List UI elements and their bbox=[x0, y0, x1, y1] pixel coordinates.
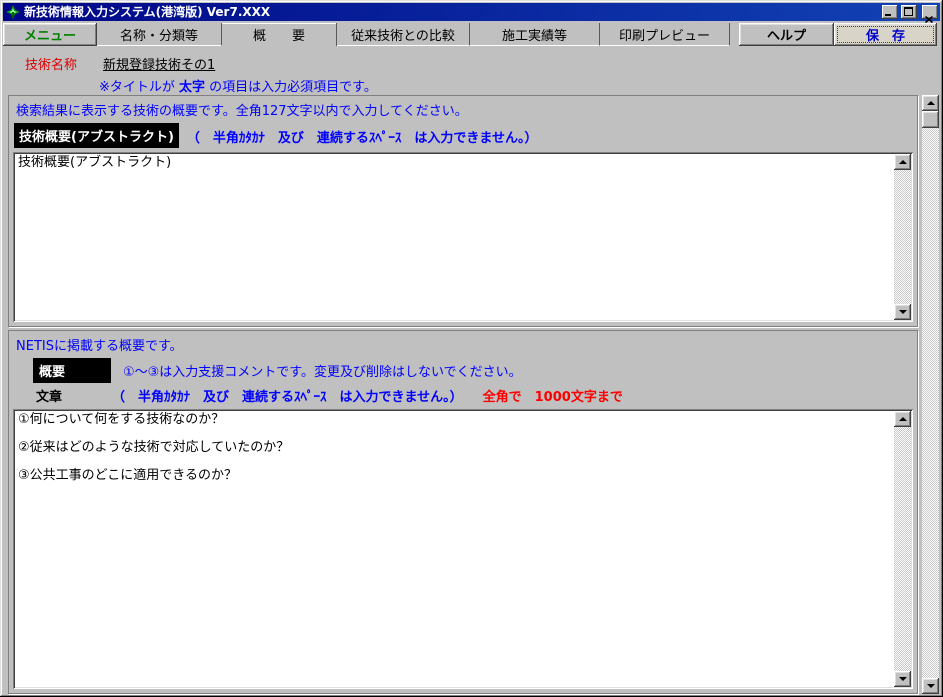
scroll-down-button[interactable] bbox=[894, 671, 911, 687]
scroll-up-icon bbox=[899, 160, 907, 164]
form-header: 技術名称 新規登録技術その1 ※タイトルが 太字 の項目は入力必須項目です。 bbox=[3, 46, 940, 95]
overview-comment: ①〜③は入力支援コメントです。変更及び削除はしないでください。 bbox=[123, 361, 522, 383]
overview-textarea[interactable]: ①何について何をする技術なのか？ ②従来はどのような技術で対応していたのか？ ③… bbox=[15, 411, 894, 687]
abstract-field: 技術概要(アブストラクト) bbox=[13, 152, 913, 322]
overview-box-label: 概要 bbox=[33, 358, 111, 383]
scroll-up-icon bbox=[899, 417, 907, 421]
form-sections: 検索結果に表示する技術の概要です。全角127文字以内で入力してください。 技術概… bbox=[8, 95, 918, 694]
minimize-button[interactable] bbox=[882, 5, 898, 19]
abstract-intro: 検索結果に表示する技術の概要です。全角127文字以内で入力してください。 bbox=[16, 100, 913, 119]
scroll-up-button[interactable] bbox=[894, 411, 911, 427]
minimize-icon bbox=[885, 14, 891, 16]
scroll-up-icon bbox=[927, 101, 935, 105]
scrollbar-track[interactable] bbox=[894, 427, 911, 671]
form-content: 技術名称 新規登録技術その1 ※タイトルが 太字 の項目は入力必須項目です。 検… bbox=[3, 46, 940, 694]
required-note-prefix: ※タイトルが bbox=[99, 80, 179, 95]
window-title: 新技術情報入力システム(港湾版) Ver7.XXX bbox=[24, 4, 879, 21]
overview-section: NETISに掲載する概要です。 概要 ①〜③は入力支援コメントです。変更及び削除… bbox=[8, 330, 918, 694]
scrollbar-track[interactable] bbox=[922, 128, 939, 678]
abstract-box-label: 技術概要(アブストラクト) bbox=[14, 123, 179, 148]
help-button[interactable]: ヘルプ bbox=[739, 23, 834, 46]
tab-construction-results[interactable]: 施工実績等 bbox=[470, 23, 600, 46]
tab-overview[interactable]: 概 要 bbox=[222, 23, 337, 46]
scroll-down-button[interactable] bbox=[922, 678, 939, 694]
tab-bar: メニュー 名称・分類等 概 要 従来技術との比較 施工実績等 印刷プレビュー ヘ… bbox=[3, 23, 940, 46]
scroll-down-icon bbox=[927, 684, 935, 688]
maximize-button[interactable] bbox=[901, 5, 917, 19]
abstract-scrollbar[interactable] bbox=[894, 154, 911, 320]
technology-name-value: 新規登録技術その1 bbox=[103, 54, 215, 73]
required-note-suffix: の項目は入力必須項目です。 bbox=[205, 80, 377, 95]
scrollbar-thumb[interactable] bbox=[922, 111, 939, 128]
save-button-label: 保 存 bbox=[866, 25, 905, 44]
page-scrollbar[interactable] bbox=[922, 95, 939, 694]
abstract-textarea[interactable]: 技術概要(アブストラクト) bbox=[15, 154, 894, 320]
abstract-input-rule: （ 半角ｶﾀｶﾅ 及び 連続するｽﾍﾟｰｽ は入力できません。） bbox=[187, 127, 538, 148]
character-limit-note: 全角で 1000文字まで bbox=[483, 386, 623, 405]
titlebar: 新技術情報入力システム(港湾版) Ver7.XXX bbox=[3, 3, 940, 21]
tab-print-preview[interactable]: 印刷プレビュー bbox=[600, 23, 730, 46]
sentence-label: 文章 bbox=[36, 386, 62, 405]
scroll-up-button[interactable] bbox=[894, 154, 911, 170]
scroll-down-icon bbox=[899, 310, 907, 314]
scroll-region: 検索結果に表示する技術の概要です。全角127文字以内で入力してください。 技術概… bbox=[8, 95, 939, 694]
tab-comparison[interactable]: 従来技術との比較 bbox=[337, 23, 470, 46]
overview-intro: NETISに掲載する概要です。 bbox=[16, 335, 913, 354]
close-button[interactable] bbox=[922, 5, 938, 19]
scroll-down-button[interactable] bbox=[894, 304, 911, 320]
technology-name-label: 技術名称 bbox=[25, 54, 77, 73]
tab-name-classification[interactable]: 名称・分類等 bbox=[97, 23, 222, 46]
required-note-bold: 太字 bbox=[179, 80, 205, 95]
tabbar-spacer bbox=[730, 23, 739, 46]
maximize-icon bbox=[904, 7, 913, 16]
save-button[interactable]: 保 存 bbox=[834, 23, 937, 46]
overview-field: ①何について何をする技術なのか？ ②従来はどのような技術で対応していたのか？ ③… bbox=[13, 409, 913, 689]
abstract-section: 検索結果に表示する技術の概要です。全角127文字以内で入力してください。 技術概… bbox=[8, 95, 918, 327]
overview-scrollbar[interactable] bbox=[894, 411, 911, 687]
app-icon bbox=[5, 5, 21, 20]
scrollbar-track[interactable] bbox=[894, 170, 911, 304]
app-window: 新技術情報入力システム(港湾版) Ver7.XXX メニュー 名称・分類等 概 … bbox=[0, 0, 943, 697]
menu-button[interactable]: メニュー bbox=[3, 23, 97, 46]
overview-input-rule: （ 半角ｶﾀｶﾅ 及び 連続するｽﾍﾟｰｽ は入力できません。） bbox=[112, 386, 463, 405]
scroll-up-button[interactable] bbox=[922, 95, 939, 111]
required-note: ※タイトルが 太字 の項目は入力必須項目です。 bbox=[99, 76, 940, 95]
scroll-down-icon bbox=[899, 677, 907, 681]
